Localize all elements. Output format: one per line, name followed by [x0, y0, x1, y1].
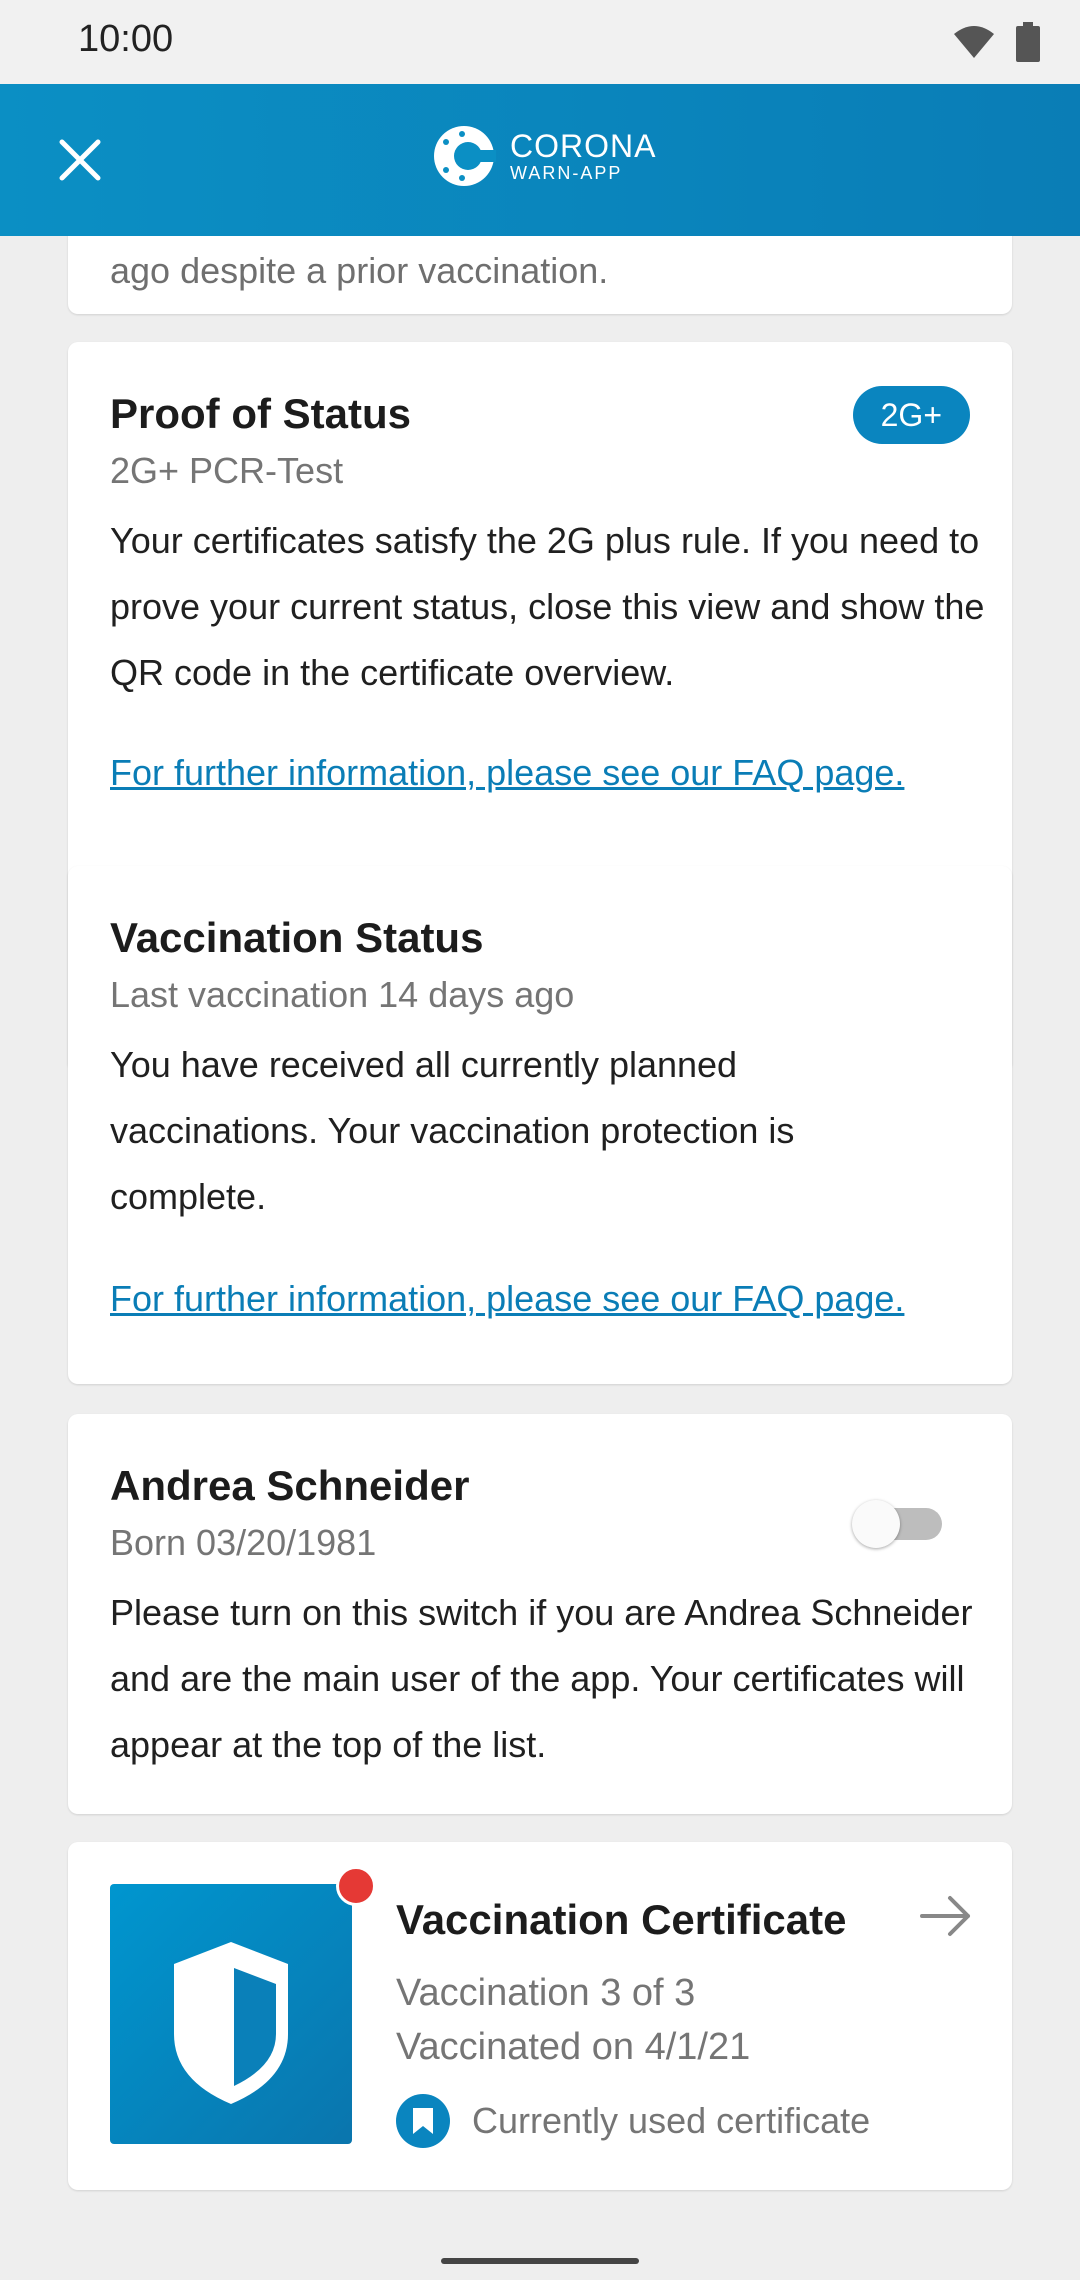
- home-indicator[interactable]: [441, 2258, 639, 2264]
- current-certificate-label: Currently used certificate: [472, 2100, 871, 2141]
- open-certificate-button[interactable]: [918, 1894, 974, 1943]
- certificate-tile: [110, 1884, 352, 2144]
- battery-icon: [1016, 22, 1040, 62]
- main-user-toggle[interactable]: [852, 1498, 942, 1548]
- wifi-icon: [954, 26, 994, 58]
- status-bar: 10:00: [0, 0, 1080, 84]
- proof-subtitle: 2G+ PCR-Test: [110, 450, 344, 491]
- certificate-line2: Vaccinated on 4/1/21: [396, 2026, 751, 2068]
- logo-line1: CORONA: [510, 128, 657, 164]
- status-badge: 2G+: [852, 386, 970, 444]
- shield-icon: [174, 1942, 288, 2104]
- previous-card-text: ago despite a prior vaccination.: [110, 250, 609, 291]
- proof-title: Proof of Status: [110, 390, 411, 437]
- close-button[interactable]: [50, 130, 110, 190]
- arrow-right-icon: [920, 1896, 970, 1936]
- person-card: Andrea Schneider Born 03/20/1981 Please …: [68, 1414, 1012, 1814]
- bookmark-icon: [396, 2094, 450, 2148]
- proof-faq-link[interactable]: For further information, please see our …: [110, 752, 904, 794]
- vaccination-status-card: Vaccination Status Last vaccination 14 d…: [68, 866, 1012, 1384]
- corona-logo-icon: [434, 126, 496, 186]
- app-bar: CORONA WARN-APP: [0, 84, 1080, 236]
- logo-text: CORONA WARN-APP: [510, 129, 656, 183]
- close-icon: [59, 139, 101, 181]
- person-body: Please turn on this switch if you are An…: [110, 1592, 973, 1765]
- vaccination-certificate-card[interactable]: Vaccination Certificate Vaccination 3 of…: [68, 1842, 1012, 2190]
- person-born: Born 03/20/1981: [110, 1522, 377, 1563]
- vaccination-status-subtitle: Last vaccination 14 days ago: [110, 974, 575, 1015]
- status-icons: [952, 22, 1040, 62]
- status-time: 10:00: [78, 18, 174, 60]
- vaccination-status-body: You have received all currently planned …: [110, 1044, 795, 1217]
- notification-dot: [336, 1866, 376, 1906]
- certificate-line1: Vaccination 3 of 3: [396, 1972, 696, 2014]
- vaccination-status-title: Vaccination Status: [110, 914, 484, 961]
- toggle-thumb: [852, 1500, 900, 1548]
- person-name: Andrea Schneider: [110, 1462, 470, 1509]
- proof-body: Your certificates satisfy the 2G plus ru…: [110, 520, 985, 693]
- vaccination-faq-link[interactable]: For further information, please see our …: [110, 1278, 904, 1320]
- logo-line2: WARN-APP: [510, 163, 623, 183]
- current-certificate-indicator: Currently used certificate: [396, 2094, 870, 2148]
- app-logo: CORONA WARN-APP: [432, 120, 656, 192]
- certificate-title: Vaccination Certificate: [396, 1896, 847, 1943]
